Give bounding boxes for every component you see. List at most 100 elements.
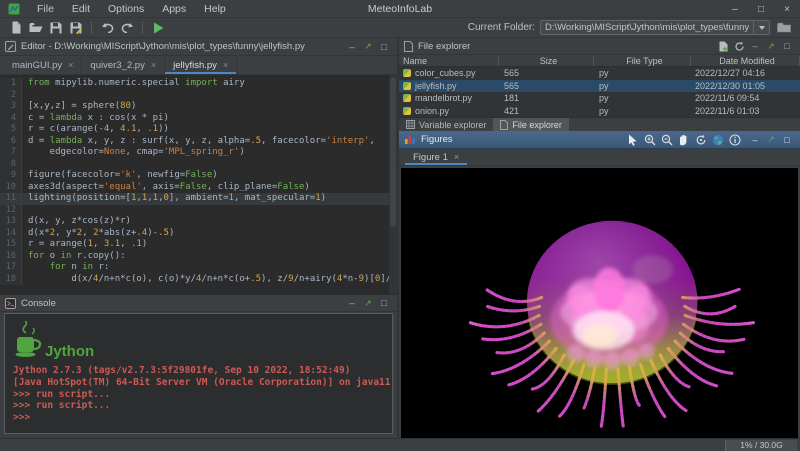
line-number: 14 [0,228,22,240]
line-number: 10 [0,182,22,194]
menu-apps[interactable]: Apps [153,0,195,18]
code-text: d = lambda x, y, z : surf(x, y, z, alpha… [22,136,375,148]
file-table-header: NameSizeFile TypeDate Modified [399,55,800,67]
console-float-icon[interactable]: ↗ [360,296,376,310]
code-line-2[interactable]: 2 [0,90,397,102]
column-header-date-modified[interactable]: Date Modified [691,55,800,66]
code-text [22,205,33,217]
editor-minimize-icon[interactable]: – [344,40,360,54]
close-icon[interactable]: × [223,60,228,70]
pan-icon[interactable] [675,132,692,147]
code-line-16[interactable]: 16for o in r.copy(): [0,251,397,263]
save-as-icon[interactable] [66,19,86,36]
cursor-icon[interactable] [624,132,641,147]
code-line-15[interactable]: 15r = arange(1, 3.1, .1) [0,239,397,251]
code-line-1[interactable]: 1from mipylib.numeric.special import air… [0,78,397,90]
redo-icon[interactable] [117,19,137,36]
close-icon[interactable]: × [151,60,156,70]
code-line-17[interactable]: 17 for n in r: [0,262,397,274]
console-output[interactable]: Jython Jython 2.7.3 (tags/v2.7.3:5f29801… [4,313,393,434]
file-icon [500,120,512,130]
run-icon[interactable] [148,19,168,36]
editor-scrollbar[interactable] [389,75,397,294]
code-line-5[interactable]: 5r = c(arange(-4, 4.1, .1)) [0,124,397,136]
column-header-size[interactable]: Size [499,55,594,66]
file-date-modified: 2022/12/30 01:05 [691,80,800,93]
file-row-color_cubes-py[interactable]: color_cubes.py565py2022/12/27 04:16 [399,67,800,80]
editor-tab-mainGUI-py[interactable]: mainGUI.py× [4,56,82,74]
figures-maximize-icon[interactable]: □ [779,133,795,147]
tab-variable-explorer[interactable]: Variable explorer [399,118,493,131]
grid-icon [406,120,419,129]
undo-icon[interactable] [97,19,117,36]
code-line-4[interactable]: 4c = lambda x : cos(x * pi) [0,113,397,125]
open-folder-icon[interactable] [26,19,46,36]
memory-indicator[interactable]: 1% / 30.0G [725,440,797,451]
file-name: onion.py [415,105,449,118]
editor-maximize-icon[interactable]: □ [376,40,392,54]
console-minimize-icon[interactable]: – [344,296,360,310]
code-line-12[interactable]: 12 [0,205,397,217]
close-window-icon[interactable]: × [774,0,800,18]
minimize-window-icon[interactable]: – [722,0,748,18]
file-explorer-float-icon[interactable]: ↗ [763,39,779,53]
chevron-down-icon[interactable] [753,21,769,34]
menubar: FileEditOptionsAppsHelp [28,0,235,18]
line-number: 13 [0,216,22,228]
editor-float-icon[interactable]: ↗ [360,40,376,54]
column-header-file-type[interactable]: File Type [594,55,691,66]
code-line-14[interactable]: 14d(x*2, y*2, 2*abs(z+.4)-.5) [0,228,397,240]
file-type: py [594,105,691,118]
console-maximize-icon[interactable]: □ [376,296,392,310]
zoom-out-icon[interactable] [658,132,675,147]
editor-tab-jellyfish-py[interactable]: jellyfish.py× [165,56,237,74]
menu-options[interactable]: Options [99,0,153,18]
new-file-icon[interactable] [6,19,26,36]
code-line-3[interactable]: 3[x,y,z] = sphere(80) [0,101,397,113]
file-table: NameSizeFile TypeDate Modified color_cub… [399,55,800,117]
line-number: 3 [0,101,22,113]
column-header-name[interactable]: Name [399,55,499,66]
rotate-icon[interactable] [692,132,709,147]
save-icon[interactable] [46,19,66,36]
tab-file-explorer[interactable]: File explorer [493,118,569,131]
figure-canvas-svg[interactable] [401,168,798,440]
code-line-6[interactable]: 6d = lambda x, y, z : surf(x, y, z, alph… [0,136,397,148]
code-line-7[interactable]: 7 edgecolor=None, cmap='MPL_spring_r') [0,147,397,159]
code-editor[interactable]: 1from mipylib.numeric.special import air… [0,75,397,294]
jython-logo: Jython [13,319,384,359]
figures-float-icon[interactable]: ↗ [763,133,779,147]
current-folder-label: Current Folder: [468,22,535,33]
menu-help[interactable]: Help [195,0,235,18]
info-icon[interactable] [726,132,743,147]
figure-tabbar: Figure 1 × [399,149,800,166]
file-row-jellyfish-py[interactable]: jellyfish.py565py2022/12/30 01:05 [399,80,800,93]
current-folder-combobox[interactable]: D:\Working\MIScript\Jython\mis\plot_type… [540,20,770,35]
close-icon[interactable]: × [454,152,459,162]
refresh-icon[interactable] [731,39,747,53]
close-icon[interactable]: × [68,60,73,70]
line-number: 11 [0,193,22,205]
new-file-plus-icon[interactable] [715,39,731,53]
menu-edit[interactable]: Edit [63,0,99,18]
tab-figure-1[interactable]: Figure 1 × [405,149,467,165]
code-line-9[interactable]: 9figure(facecolor='k', newfig=False) [0,170,397,182]
figures-minimize-icon[interactable]: – [747,133,763,147]
line-number: 8 [0,159,22,171]
file-explorer-minimize-icon[interactable]: – [747,39,763,53]
code-line-10[interactable]: 10axes3d(aspect='equal', axis=False, cli… [0,182,397,194]
file-row-onion-py[interactable]: onion.py421py2022/11/6 01:03 [399,105,800,118]
file-date-modified: 2022/12/27 04:16 [691,67,800,80]
code-line-8[interactable]: 8 [0,159,397,171]
menu-file[interactable]: File [28,0,63,18]
file-explorer-maximize-icon[interactable]: □ [779,39,795,53]
browse-folder-button[interactable] [774,19,794,36]
maximize-window-icon[interactable]: □ [748,0,774,18]
code-line-11[interactable]: 11lighting(position=[1,1,1,0], ambient=1… [0,193,397,205]
zoom-in-icon[interactable] [641,132,658,147]
code-line-13[interactable]: 13d(x, y, z*cos(z)*r) [0,216,397,228]
file-row-mandelbrot-py[interactable]: mandelbrot.py181py2022/11/6 09:54 [399,92,800,105]
globe-icon[interactable] [709,132,726,147]
editor-tab-quiver3_2-py[interactable]: quiver3_2.py× [82,56,165,74]
code-line-18[interactable]: 18 d(x/4/n+n*c(o), c(o)*y/4/n+n*c(o+.5),… [0,274,397,286]
